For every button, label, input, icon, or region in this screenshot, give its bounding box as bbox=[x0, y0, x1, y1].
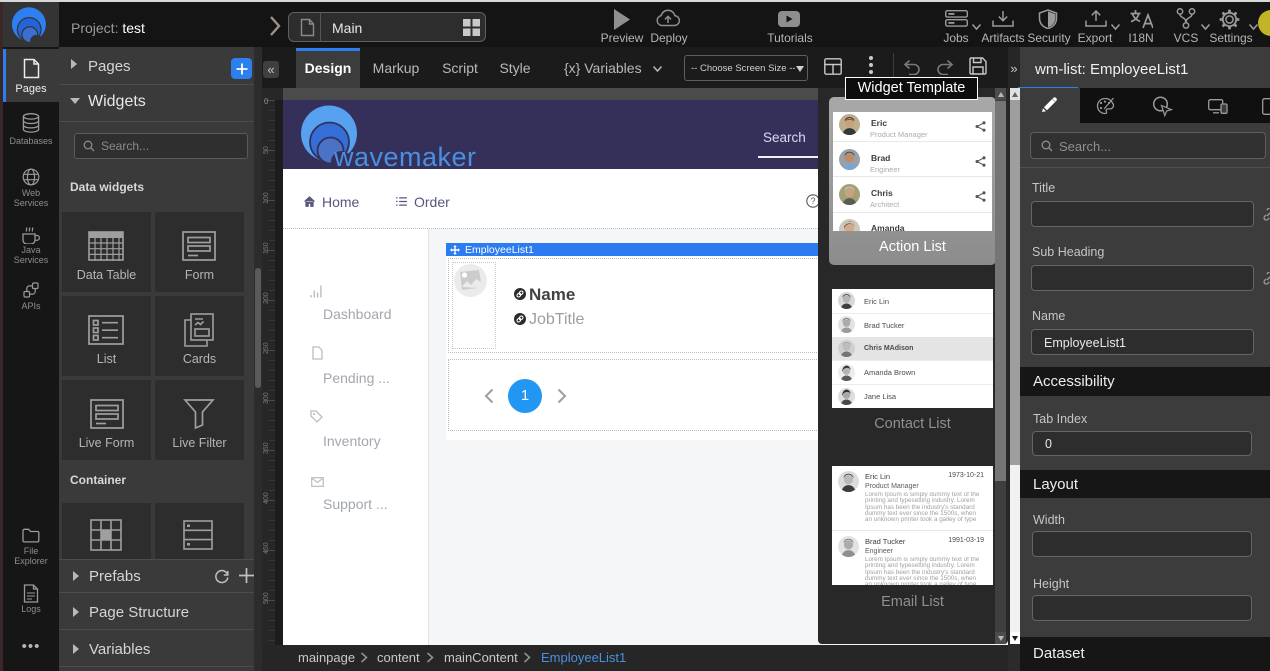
svg-text:?: ? bbox=[810, 196, 815, 206]
